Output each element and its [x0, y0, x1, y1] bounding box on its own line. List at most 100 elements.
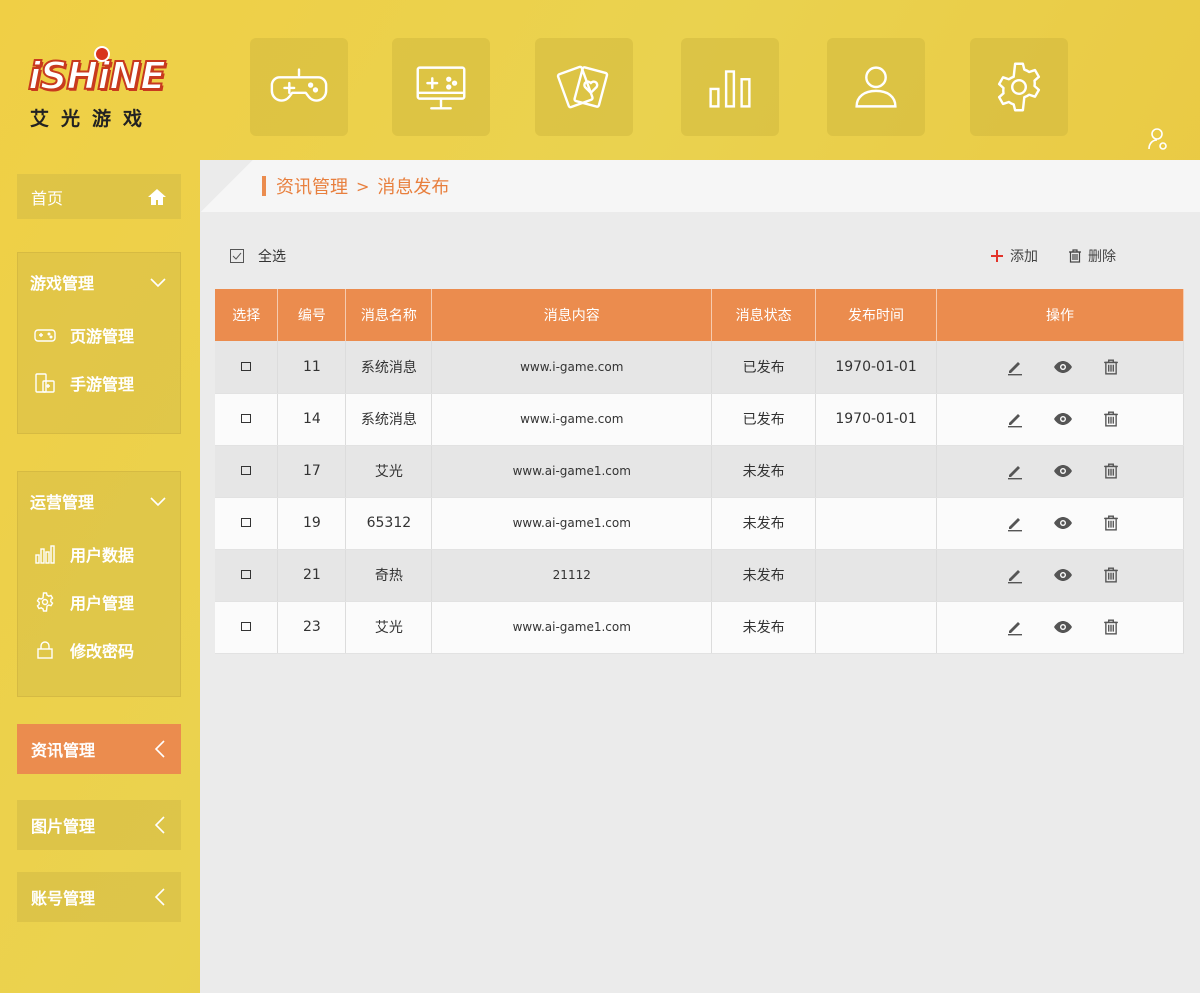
add-button[interactable]: 添加: [990, 246, 1038, 266]
home-icon: [148, 188, 166, 205]
sidebar-item-userdata[interactable]: 用户数据: [18, 530, 180, 578]
select-all-checkbox[interactable]: 全选: [230, 246, 286, 266]
account-icon[interactable]: [1146, 126, 1170, 152]
sidebar-item-images[interactable]: 图片管理: [17, 800, 181, 850]
chevron-left-icon: [154, 740, 165, 758]
row-name: 艾光: [345, 445, 433, 498]
nav-monitor-button[interactable]: [392, 38, 490, 136]
sidebar-group-games-header[interactable]: 游戏管理: [18, 253, 180, 311]
edit-icon[interactable]: [1005, 513, 1025, 533]
sidebar-item-news[interactable]: 资讯管理: [17, 724, 181, 774]
eye-icon[interactable]: [1053, 513, 1073, 533]
row-name: 艾光: [345, 601, 433, 654]
row-checkbox[interactable]: [241, 361, 252, 371]
breadcrumb-section[interactable]: 资讯管理: [276, 173, 348, 199]
sidebar-item-password[interactable]: 修改密码: [18, 626, 180, 674]
content-corner-fold: [200, 160, 254, 212]
sidebar-item-label: 页游管理: [70, 327, 135, 346]
chevron-down-icon: [150, 278, 166, 288]
plus-icon: [991, 250, 1003, 262]
checkbox-checked-icon: [230, 249, 244, 263]
table-row: 23 艾光 www.ai-game1.com 未发布: [215, 601, 1184, 654]
row-status: 未发布: [711, 549, 817, 602]
nav-cards-button[interactable]: [535, 38, 633, 136]
edit-icon[interactable]: [1005, 357, 1025, 377]
sidebar-home-label: 首页: [31, 188, 64, 208]
chevron-left-icon: [154, 816, 165, 834]
row-name: 奇热: [345, 549, 433, 602]
row-checkbox[interactable]: [241, 570, 252, 579]
row-content: www.ai-game1.com: [431, 601, 713, 654]
sidebar-item-mobilegames[interactable]: 手游管理: [18, 359, 180, 407]
row-actions: [936, 341, 1184, 394]
trash-icon[interactable]: [1101, 461, 1121, 481]
eye-icon[interactable]: [1053, 617, 1073, 637]
nav-user-button[interactable]: [827, 38, 925, 136]
delete-label: 删除: [1088, 249, 1116, 265]
sidebar-item-webgames[interactable]: 页游管理: [18, 311, 180, 359]
sidebar-group-games-title: 游戏管理: [30, 274, 95, 293]
nav-games-button[interactable]: [250, 38, 348, 136]
eye-icon[interactable]: [1053, 565, 1073, 585]
nav-stats-button[interactable]: [681, 38, 779, 136]
monitor-game-icon: [416, 66, 466, 110]
row-id: 21: [277, 549, 347, 602]
row-id: 14: [277, 393, 347, 446]
row-content: www.i-game.com: [431, 393, 713, 446]
row-status: 未发布: [711, 497, 817, 550]
nav-settings-button[interactable]: [970, 38, 1068, 136]
row-content: www.ai-game1.com: [431, 445, 713, 498]
sidebar-item-accounts[interactable]: 账号管理: [17, 872, 181, 922]
row-id: 11: [277, 341, 347, 394]
user-icon: [855, 66, 897, 108]
col-header-select: 选择: [215, 289, 279, 341]
row-id: 17: [277, 445, 347, 498]
trash-icon: [1069, 249, 1081, 263]
eye-icon[interactable]: [1053, 409, 1073, 429]
gamepad-icon: [270, 68, 328, 102]
row-id: 23: [277, 601, 347, 654]
sidebar-images-label: 图片管理: [31, 817, 96, 836]
eye-icon[interactable]: [1053, 461, 1073, 481]
edit-icon[interactable]: [1005, 461, 1025, 481]
sidebar-item-home[interactable]: 首页: [17, 174, 181, 219]
trash-icon[interactable]: [1101, 565, 1121, 585]
trash-icon[interactable]: [1101, 357, 1121, 377]
row-actions: [936, 497, 1184, 550]
add-label: 添加: [1010, 249, 1038, 265]
breadcrumb: 资讯管理 > 消息发布: [254, 160, 1200, 212]
mobile-games-icon: [34, 372, 56, 394]
row-checkbox[interactable]: [241, 518, 252, 527]
row-select-cell: [215, 341, 279, 394]
chevron-down-icon: [150, 497, 166, 507]
toolbar: 全选 添加 删除: [230, 244, 1130, 270]
table-row: 21 奇热 21112 未发布: [215, 549, 1184, 602]
trash-icon[interactable]: [1101, 513, 1121, 533]
breadcrumb-marker: [262, 176, 266, 196]
row-time: 1970-01-01: [815, 393, 938, 446]
gear-icon: [997, 62, 1041, 112]
sidebar-group-ops-title: 运营管理: [30, 493, 95, 512]
edit-icon[interactable]: [1005, 617, 1025, 637]
row-checkbox[interactable]: [241, 622, 252, 631]
delete-button[interactable]: 删除: [1068, 246, 1116, 266]
row-select-cell: [215, 549, 279, 602]
sidebar-accounts-label: 账号管理: [31, 889, 96, 908]
edit-icon[interactable]: [1005, 565, 1025, 585]
row-status: 已发布: [711, 341, 817, 394]
row-content: 21112: [431, 549, 713, 602]
trash-icon[interactable]: [1101, 409, 1121, 429]
lock-icon: [34, 639, 56, 661]
sidebar-item-usermanage[interactable]: 用户管理: [18, 578, 180, 626]
table-row: 14 系统消息 www.i-game.com 已发布 1970-01-01: [215, 393, 1184, 446]
eye-icon[interactable]: [1053, 357, 1073, 377]
sidebar-group-ops-header[interactable]: 运营管理: [18, 472, 180, 530]
row-name: 系统消息: [345, 341, 433, 394]
row-checkbox[interactable]: [241, 414, 252, 423]
row-checkbox[interactable]: [241, 466, 252, 475]
row-time: [815, 601, 938, 654]
row-select-cell: [215, 445, 279, 498]
trash-icon[interactable]: [1101, 617, 1121, 637]
edit-icon[interactable]: [1005, 409, 1025, 429]
chevron-left-icon: [154, 888, 165, 906]
